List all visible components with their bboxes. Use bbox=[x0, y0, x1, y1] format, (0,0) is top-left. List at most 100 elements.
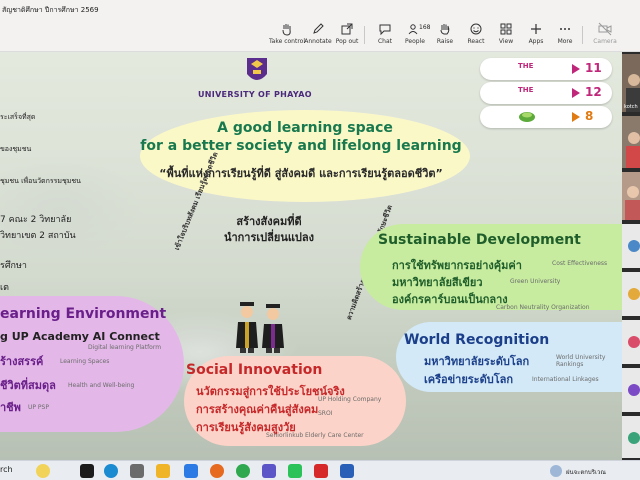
window-title: สัญชาติศึกษา ปีการศึกษา 2569 bbox=[2, 6, 99, 14]
participant-tile[interactable]: kotch bbox=[622, 54, 640, 112]
the-logo-icon: THE bbox=[518, 86, 534, 94]
learning-item-en: UP PSP bbox=[28, 404, 49, 411]
chrome-icon[interactable] bbox=[236, 464, 250, 478]
react-button[interactable]: React bbox=[459, 22, 493, 50]
toolbar-divider bbox=[364, 26, 365, 44]
the-logo-icon: THE bbox=[518, 62, 534, 70]
social-item: การสร้างคุณค่าคืนสู่สังคม bbox=[196, 403, 319, 416]
camera-off-icon bbox=[598, 22, 612, 36]
university-name: UNIVERSITY OF PHAYAO bbox=[198, 90, 312, 99]
outlook-icon[interactable] bbox=[184, 464, 198, 478]
university-logo bbox=[247, 58, 267, 80]
participant-tile[interactable] bbox=[622, 368, 640, 412]
sustainable-item: การใช้ทรัพยากรอย่างคุ้มค่า bbox=[392, 259, 522, 272]
ranking-value: 12 bbox=[585, 85, 602, 99]
social-item-en: SROI bbox=[318, 410, 333, 417]
world-title: World Recognition bbox=[404, 332, 550, 348]
participant-tile[interactable] bbox=[622, 116, 640, 168]
sustainable-item-en: Carbon Neutrality Organization bbox=[496, 304, 590, 311]
smiley-icon bbox=[470, 23, 482, 35]
left-list-item: ระเสร็จที่สุด bbox=[0, 113, 36, 121]
participant-tile[interactable] bbox=[622, 416, 640, 458]
ranking-badge: THE 12 bbox=[480, 82, 612, 104]
graduates-illustration bbox=[236, 302, 284, 353]
headline-thai: “พื้นที่แห่งการเรียนรู้ที่ดี สู่สังคมดี … bbox=[159, 167, 443, 180]
people-button[interactable]: 168 People bbox=[398, 22, 432, 50]
word-icon[interactable] bbox=[340, 464, 354, 478]
hand-icon bbox=[282, 24, 291, 36]
learning-title: earning Environment bbox=[0, 306, 167, 322]
taskbar-search[interactable]: rch bbox=[0, 465, 13, 474]
pen-icon bbox=[313, 23, 324, 34]
left-list-item: วิทยาเขต 2 สถาบัน bbox=[0, 231, 76, 241]
avatar-icon bbox=[628, 384, 640, 396]
ranking-value: 8 bbox=[585, 109, 594, 123]
edge-icon[interactable] bbox=[104, 464, 118, 478]
social-item-en: UP Holding Company bbox=[318, 396, 382, 403]
world-item-en: International Linkages bbox=[532, 376, 599, 383]
shared-slide: UNIVERSITY OF PHAYAO THE 11 THE 12 8 A g… bbox=[0, 52, 622, 460]
chat-button[interactable]: Chat bbox=[368, 22, 402, 50]
participant-video-icon bbox=[626, 132, 640, 168]
more-button[interactable]: More bbox=[548, 22, 582, 50]
green-metric-logo-icon bbox=[519, 112, 535, 122]
take-control-button[interactable]: Take control bbox=[269, 22, 305, 50]
learning-item-en: Learning Spaces bbox=[60, 358, 110, 365]
participant-tile[interactable] bbox=[622, 272, 640, 316]
camera-button[interactable]: Camera bbox=[588, 22, 622, 50]
acrobat-icon[interactable] bbox=[314, 464, 328, 478]
store-icon[interactable] bbox=[130, 464, 144, 478]
left-list-item: ชุมชน เพื่อนวัตกรรมชุมชน bbox=[0, 177, 81, 185]
triangle-icon bbox=[572, 88, 580, 98]
learning-item: ชีวิตที่สมดุล bbox=[0, 379, 56, 392]
learning-line-en: Digital learning Platform bbox=[88, 344, 162, 351]
apps-plus-icon bbox=[531, 24, 541, 34]
avatar-icon bbox=[628, 432, 640, 444]
sustainable-item-en: Green University bbox=[510, 278, 561, 285]
participant-strip: kotch bbox=[622, 52, 640, 460]
line-icon[interactable] bbox=[288, 464, 302, 478]
ranking-value: 11 bbox=[585, 61, 602, 75]
weather-text[interactable]: ฝนจะตกบริเวณ bbox=[566, 467, 606, 477]
grid-icon bbox=[500, 23, 512, 35]
left-list-item: เต bbox=[0, 283, 9, 293]
triangle-icon bbox=[572, 64, 580, 74]
world-item: มหาวิทยาลัยระดับโลก bbox=[424, 355, 530, 368]
avatar-icon bbox=[628, 288, 640, 300]
file-explorer-icon[interactable] bbox=[156, 464, 170, 478]
social-title: Social Innovation bbox=[186, 362, 323, 378]
world-item: เครือข่ายระดับโลก bbox=[424, 373, 514, 386]
teams-icon[interactable] bbox=[262, 464, 276, 478]
copilot-sparkle-icon[interactable] bbox=[36, 464, 50, 478]
more-dots-icon bbox=[560, 28, 570, 30]
pop-out-button[interactable]: Pop out bbox=[330, 22, 364, 50]
headline-line-1: A good learning space bbox=[217, 120, 393, 136]
view-button[interactable]: View bbox=[489, 22, 523, 50]
left-list-item: รศึกษา bbox=[0, 261, 27, 271]
learning-item: าชีพ bbox=[0, 401, 21, 414]
avatar-icon bbox=[628, 336, 640, 348]
firefox-icon[interactable] bbox=[210, 464, 224, 478]
triangle-icon bbox=[572, 112, 580, 122]
toolbar-divider bbox=[582, 26, 583, 44]
participant-tile[interactable] bbox=[622, 224, 640, 268]
raise-hand-button[interactable]: Raise bbox=[428, 22, 462, 50]
world-item-en: World University Rankings bbox=[556, 354, 606, 368]
headline-line-2: for a better society and lifelong learni… bbox=[140, 138, 462, 154]
ranking-badge: THE 11 bbox=[480, 58, 612, 80]
learning-item-en: Health and Well-being bbox=[68, 382, 135, 389]
sustainable-item: องค์กรคาร์บอนเป็นกลาง bbox=[392, 293, 508, 306]
center-line-2: นำการเปลี่ยนแปลง bbox=[223, 231, 315, 244]
weather-icon[interactable] bbox=[550, 465, 562, 477]
participant-tile[interactable] bbox=[622, 172, 640, 220]
pop-out-icon bbox=[341, 23, 353, 35]
task-view-icon[interactable] bbox=[80, 464, 94, 478]
sustainable-item: มหาวิทยาลัยสีเขียว bbox=[392, 276, 483, 289]
ranking-badge: 8 bbox=[480, 106, 612, 128]
chat-icon bbox=[379, 24, 391, 36]
meeting-toolbar: สัญชาติศึกษา ปีการศึกษา 2569 Take contro… bbox=[0, 0, 640, 52]
learning-item: ร้างสรรค์ bbox=[0, 355, 44, 368]
windows-taskbar: rch ฝนจะตกบริเวณ bbox=[0, 460, 640, 480]
participant-name: kotch bbox=[624, 104, 638, 110]
participant-tile[interactable] bbox=[622, 320, 640, 364]
